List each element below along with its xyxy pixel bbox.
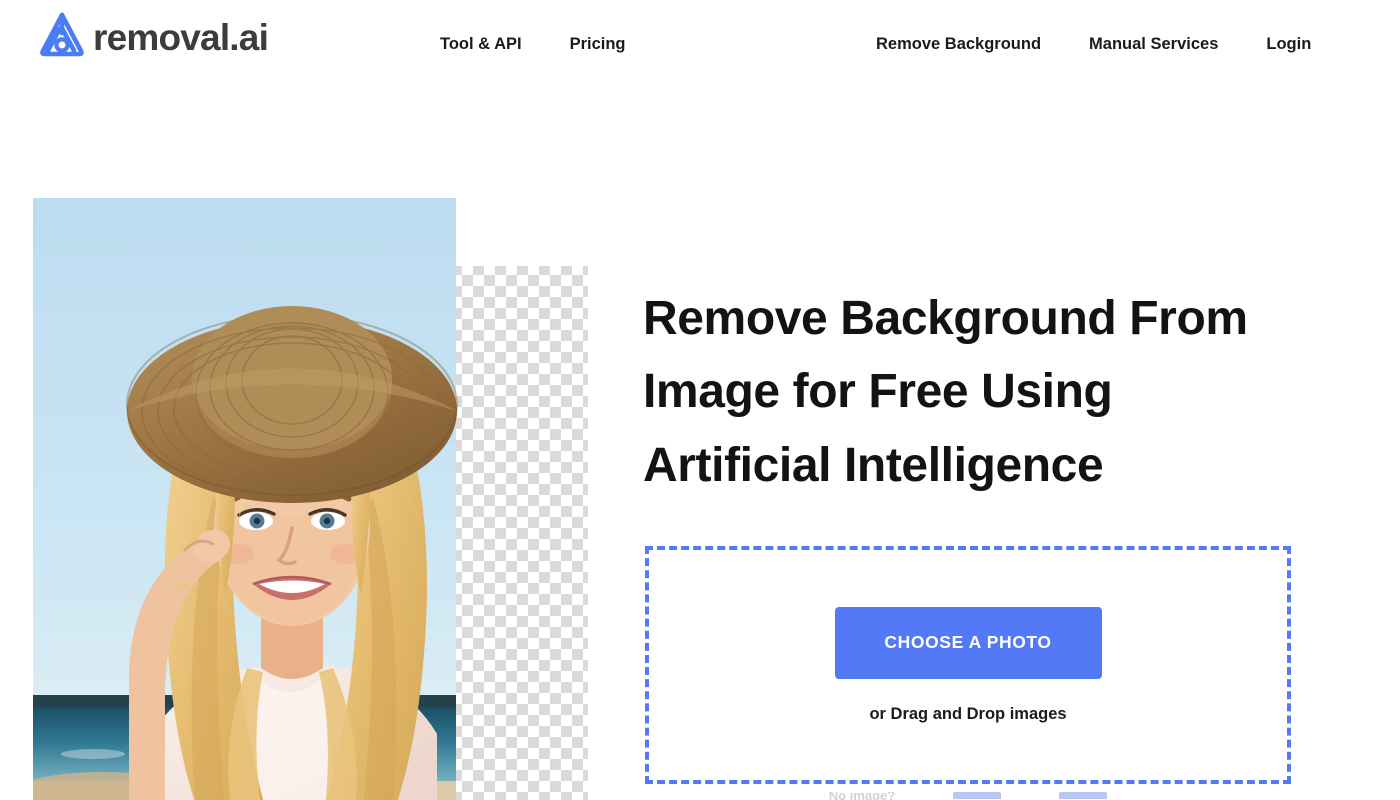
headline-line-1: Remove Background From bbox=[643, 292, 1248, 345]
demo-illustration bbox=[33, 198, 588, 800]
brand-name: removal.ai bbox=[93, 16, 269, 58]
primary-nav-left: Tool & API Pricing bbox=[440, 32, 626, 56]
removal-ai-logo-icon bbox=[33, 6, 91, 64]
nav-item-login[interactable]: Login bbox=[1266, 32, 1311, 56]
sample-thumb-1[interactable] bbox=[953, 792, 1002, 799]
page-title: Remove Background From Image for Free Us… bbox=[643, 282, 1293, 502]
sample-images-strip: No image? bbox=[645, 792, 1291, 800]
upload-dropzone[interactable]: CHOOSE A PHOTO or Drag and Drop images bbox=[645, 546, 1291, 784]
headline-line-2: Image for Free Using bbox=[643, 365, 1113, 419]
headline-line-3: Artificial Intelligence bbox=[643, 438, 1104, 492]
nav-item-manual-services[interactable]: Manual Services bbox=[1089, 32, 1218, 56]
nav-item-remove-background[interactable]: Remove Background bbox=[876, 32, 1041, 56]
primary-nav-right: Remove Background Manual Services Login bbox=[876, 32, 1311, 56]
sample-images-label: No image? bbox=[828, 792, 896, 800]
nav-item-tool-api[interactable]: Tool & API bbox=[440, 32, 522, 56]
site-header: removal.ai Tool & API Pricing Remove Bac… bbox=[0, 0, 1400, 88]
page-root: removal.ai Tool & API Pricing Remove Bac… bbox=[0, 0, 1400, 800]
hero-demo-image bbox=[33, 198, 588, 800]
brand-logo-link[interactable]: removal.ai bbox=[33, 6, 269, 64]
choose-a-photo-button[interactable]: CHOOSE A PHOTO bbox=[834, 606, 1102, 679]
hero-text-column: Remove Background From Image for Free Us… bbox=[643, 282, 1293, 502]
sample-thumb-2[interactable] bbox=[1059, 792, 1108, 799]
nav-item-pricing[interactable]: Pricing bbox=[570, 32, 626, 56]
drag-and-drop-hint: or Drag and Drop images bbox=[869, 704, 1067, 723]
